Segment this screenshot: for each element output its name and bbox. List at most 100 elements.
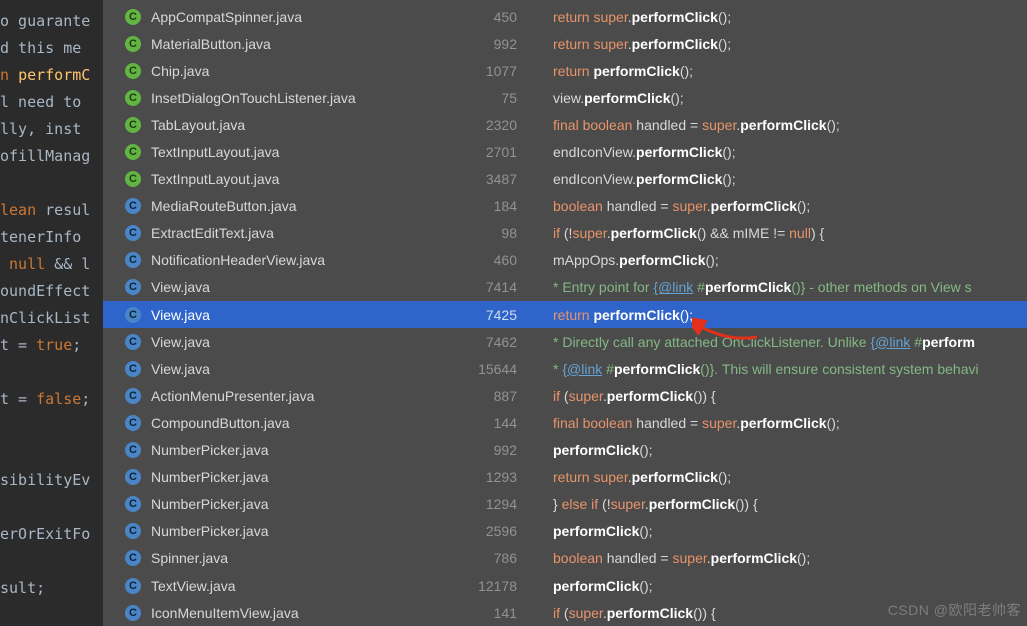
editor-line: tenerInfo xyxy=(0,224,103,251)
result-snippet: endIconView.performClick(); xyxy=(523,144,1027,160)
result-file-column: C NotificationHeaderView.java xyxy=(125,252,477,268)
result-file-column: CNumberPicker.java xyxy=(125,496,477,512)
search-result-row[interactable]: CChip.java1077return performClick(); xyxy=(103,57,1027,84)
result-file-column: CActionMenuPresenter.java xyxy=(125,388,477,404)
class-file-icon: C xyxy=(125,279,141,295)
result-filename: View.java xyxy=(151,361,210,377)
result-file-column: C View.java xyxy=(125,361,477,377)
watermark-text: CSDN @欧阳老帅客 xyxy=(888,600,1021,620)
editor-line xyxy=(0,413,103,440)
result-snippet: boolean handled = super.performClick(); xyxy=(523,550,1027,566)
search-result-row[interactable]: CTextView.java12178performClick(); xyxy=(103,572,1027,599)
result-file-column: CIconMenuItemView.java xyxy=(125,605,477,621)
result-filename: TextInputLayout.java xyxy=(151,171,279,187)
result-line-number: 2701 xyxy=(477,144,523,160)
class-file-icon: C xyxy=(125,252,141,268)
editor-line xyxy=(0,494,103,521)
search-result-row[interactable]: C NotificationHeaderView.java 460mAppOps.p… xyxy=(103,247,1027,274)
search-result-row[interactable]: CInsetDialogOnTouchListener.java75view.p… xyxy=(103,84,1027,111)
result-snippet: * Directly call any attached OnClickList… xyxy=(523,334,1027,350)
search-result-row[interactable]: CView.java7425return performClick(); xyxy=(103,301,1027,328)
search-result-row[interactable]: CNumberPicker.java2596performClick(); xyxy=(103,518,1027,545)
editor-line xyxy=(0,440,103,467)
class-file-icon: C xyxy=(125,334,141,350)
search-result-row[interactable]: CTabLayout.java2320final boolean handled… xyxy=(103,111,1027,138)
result-file-column: CMaterialButton.java xyxy=(125,36,477,52)
class-file-icon: C xyxy=(125,550,141,566)
result-line-number: 98 xyxy=(477,225,523,241)
result-file-column: CTabLayout.java xyxy=(125,117,477,133)
result-line-number: 450 xyxy=(477,9,523,25)
editor-line: null && l xyxy=(0,251,103,278)
result-line-number: 7425 xyxy=(477,307,523,323)
search-result-row[interactable]: CNumberPicker.java992performClick(); xyxy=(103,437,1027,464)
result-line-number: 1077 xyxy=(477,63,523,79)
result-filename: NumberPicker.java xyxy=(151,442,269,458)
result-line-number: 75 xyxy=(477,90,523,106)
search-result-row[interactable]: CView.java15644* {@link #performClick()}… xyxy=(103,355,1027,382)
class-file-icon: C xyxy=(125,578,141,594)
search-result-row[interactable]: CView.java7414* Entry point for {@link #… xyxy=(103,274,1027,301)
result-filename: Spinner.java xyxy=(151,550,228,566)
search-result-row[interactable]: CMaterialButton.java992return super.perf… xyxy=(103,30,1027,57)
class-file-icon: C xyxy=(125,496,141,512)
result-snippet: endIconView.performClick(); xyxy=(523,171,1027,187)
result-filename: NumberPicker.java xyxy=(151,523,269,539)
result-file-column: C MediaRouteButton.java xyxy=(125,198,477,214)
search-result-row[interactable]: CActionMenuPresenter.java887if (super.pe… xyxy=(103,382,1027,409)
result-snippet: return performClick(); xyxy=(523,307,1027,323)
result-file-column: C NumberPicker.java xyxy=(125,442,477,458)
editor-line: o guarante xyxy=(0,8,103,35)
root: o guaranted this men performCl need toll… xyxy=(0,0,1027,626)
class-file-icon: C xyxy=(125,198,141,214)
editor-line xyxy=(0,548,103,575)
search-result-row[interactable]: CNumberPicker.java1294} else if (!super.… xyxy=(103,491,1027,518)
class-file-icon: C xyxy=(125,361,141,377)
search-result-row[interactable]: CExtractEditText.java98if (!super.perfor… xyxy=(103,220,1027,247)
result-snippet: mAppOps.performClick(); xyxy=(523,252,1027,268)
result-filename: CompoundButton.java xyxy=(151,415,290,431)
editor-line: sibilityEv xyxy=(0,467,103,494)
result-line-number: 3487 xyxy=(477,171,523,187)
editor-line: ofillManag xyxy=(0,143,103,170)
result-filename: View.java xyxy=(151,334,210,350)
editor-line: erOrExitFo xyxy=(0,521,103,548)
result-snippet: * Entry point for {@link #performClick()… xyxy=(523,279,1027,295)
result-line-number: 460 xyxy=(477,252,523,268)
search-result-row[interactable]: CTextInputLayout.java2701endIconView.per… xyxy=(103,138,1027,165)
class-file-icon: C xyxy=(125,307,141,323)
result-filename: NotificationHeaderView.java xyxy=(151,252,325,268)
result-file-column: CAppCompatSpinner.java xyxy=(125,9,477,25)
result-line-number: 15644 xyxy=(477,361,523,377)
search-result-row[interactable]: CAppCompatSpinner.java450return super.pe… xyxy=(103,3,1027,30)
result-snippet: performClick(); xyxy=(523,523,1027,539)
result-snippet: final boolean handled = super.performCli… xyxy=(523,415,1027,431)
result-line-number: 887 xyxy=(477,388,523,404)
result-file-column: CTextInputLayout.java xyxy=(125,171,477,187)
search-result-row[interactable]: CTextInputLayout.java3487endIconView.per… xyxy=(103,166,1027,193)
class-file-icon: C xyxy=(125,36,141,52)
class-file-icon: C xyxy=(125,63,141,79)
result-snippet: performClick(); xyxy=(523,578,1027,594)
result-file-column: CNumberPicker.java xyxy=(125,469,477,485)
search-result-row[interactable]: CMediaRouteButton.java184boolean handled… xyxy=(103,193,1027,220)
class-file-icon: C xyxy=(125,442,141,458)
result-line-number: 7462 xyxy=(477,334,523,350)
editor-line xyxy=(0,170,103,197)
result-snippet: boolean handled = super.performClick(); xyxy=(523,198,1027,214)
class-file-icon: C xyxy=(125,415,141,431)
result-filename: TextInputLayout.java xyxy=(151,144,279,160)
result-file-column: C Spinner.java xyxy=(125,550,477,566)
result-file-column: CView.java xyxy=(125,307,477,323)
search-result-row[interactable]: CSpinner.java786boolean handled = super.… xyxy=(103,545,1027,572)
editor-line: oundEffect xyxy=(0,278,103,305)
result-filename: MediaRouteButton.java xyxy=(151,198,297,214)
search-result-row[interactable]: CCompoundButton.java144final boolean han… xyxy=(103,409,1027,436)
result-snippet: view.performClick(); xyxy=(523,90,1027,106)
result-file-column: CTextView.java xyxy=(125,578,477,594)
class-file-icon: C xyxy=(125,225,141,241)
result-snippet: return super.performClick(); xyxy=(523,36,1027,52)
editor-line xyxy=(0,359,103,386)
search-result-row[interactable]: CNumberPicker.java1293return super.perfo… xyxy=(103,464,1027,491)
search-result-row[interactable]: C View.java 7462* Directly call any attach… xyxy=(103,328,1027,355)
